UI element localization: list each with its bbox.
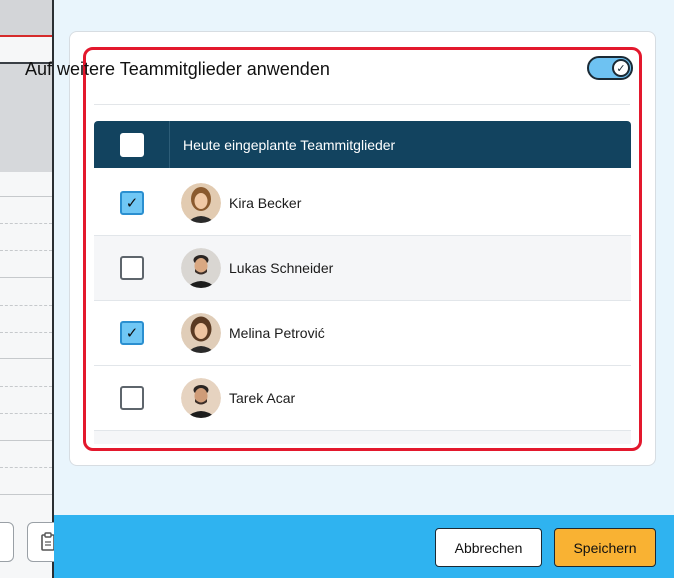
table-row[interactable]: ✓ Kira Becker [94,171,631,236]
table-header: Heute eingeplante Teammitglieder [94,121,631,168]
background-row [0,196,52,197]
background-button [0,522,14,562]
background-row [0,305,52,306]
background-row [0,467,52,468]
row-checkbox[interactable]: ✓ [120,321,144,345]
background-header [0,0,52,36]
background-row [0,223,52,224]
background-row [0,332,52,333]
background-row [0,358,52,359]
member-name: Lukas Schneider [229,260,334,276]
background-page [0,0,67,578]
check-icon: ✓ [612,59,630,77]
background-row [0,386,52,387]
background-row [0,440,52,441]
member-name: Melina Petrović [229,325,325,341]
row-checkbox[interactable]: ✓ [120,191,144,215]
cancel-button[interactable]: Abbrechen [435,528,542,567]
member-name: Tarek Acar [229,390,296,406]
background-block [0,64,52,172]
background-row [0,413,52,414]
column-header-members: Heute eingeplante Teammitglieder [183,136,396,153]
table-row[interactable]: Tarek Acar [94,366,631,431]
table-row-partial [94,431,631,444]
save-button[interactable]: Speichern [554,528,656,567]
apply-to-team-toggle[interactable]: ✓ [587,56,633,80]
section-divider [94,104,630,105]
avatar [181,183,221,223]
apply-to-team-title: Auf weitere Teammitglieder anwenden [25,59,330,79]
background-row [0,277,52,278]
table-row[interactable]: ✓ Melina Petrović [94,301,631,366]
background-row [0,494,52,495]
row-checkbox[interactable] [120,256,144,280]
select-all-cell [94,121,170,168]
row-checkbox[interactable] [120,386,144,410]
avatar [181,248,221,288]
avatar [181,378,221,418]
background-row [0,250,52,251]
member-name: Kira Becker [229,195,302,211]
select-all-checkbox[interactable] [119,132,144,157]
background-red-line [0,35,52,37]
avatar [181,313,221,353]
table-row[interactable]: Lukas Schneider [94,236,631,301]
